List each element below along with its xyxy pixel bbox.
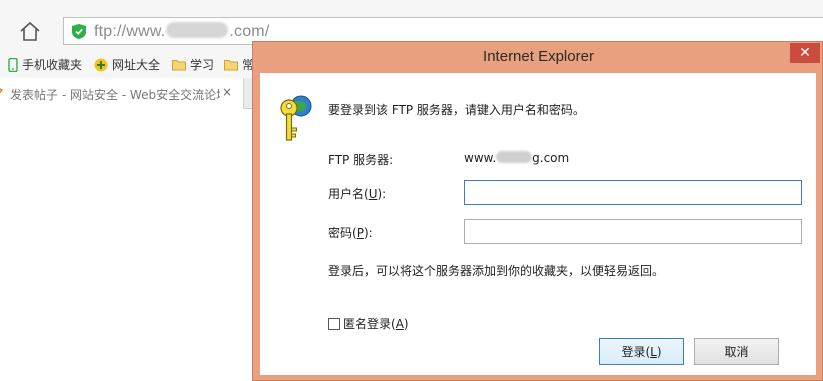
favorites-note: 登录后，可以将这个服务器添加到你的收藏夹，以便轻易返回。: [328, 264, 665, 278]
home-icon: [20, 21, 40, 41]
dialog-body: 要登录到该 FTP 服务器，请键入用户名和密码。 FTP 服务器: www. g.…: [260, 73, 816, 375]
ftp-login-dialog: Internet Explorer ✕ 要登录到该 FTP 服务器，请键入用户名…: [252, 41, 823, 381]
close-icon: ✕: [799, 45, 811, 61]
home-button[interactable]: [16, 18, 44, 44]
anonymous-login-label: 匿名登录(A): [343, 317, 409, 331]
dialog-title: Internet Explorer: [483, 48, 594, 65]
login-button[interactable]: 登录(L): [599, 338, 684, 365]
anonymous-login-checkbox[interactable]: [328, 317, 340, 330]
tab-close-icon[interactable]: ×: [222, 85, 232, 99]
redacted-server: [496, 151, 533, 163]
address-text: ftp://www. .com/: [94, 22, 270, 40]
password-input[interactable]: [464, 219, 802, 244]
anonymous-login-option[interactable]: 匿名登录(A): [328, 315, 409, 332]
dialog-close-button[interactable]: ✕: [790, 43, 820, 63]
tab-post-thread[interactable]: 发表帖子 - 网站安全 - Web安全交流论坛 ×: [0, 78, 244, 109]
server-value: www. g.com: [464, 151, 570, 165]
bookmark-folder-study[interactable]: 学习: [172, 56, 214, 73]
bookmark-site-navigation[interactable]: 网址大全: [94, 56, 160, 73]
cancel-button[interactable]: 取消: [694, 338, 779, 365]
bookmark-folder-common[interactable]: 常: [224, 56, 254, 73]
page-icon: [0, 88, 3, 94]
username-label: 用户名(U):: [328, 187, 387, 201]
shield-icon: [72, 24, 86, 39]
key-globe-icon: [280, 95, 312, 141]
login-prompt: 要登录到该 FTP 服务器，请键入用户名和密码。: [328, 103, 585, 117]
password-label: 密码(P):: [328, 226, 373, 240]
tab-title: 发表帖子 - 网站安全 - Web安全交流论坛: [10, 88, 220, 102]
bookmark-mobile-favorites[interactable]: 手机收藏夹: [8, 56, 82, 73]
username-input[interactable]: [464, 180, 802, 205]
folder-icon: [224, 59, 238, 70]
phone-icon: [8, 57, 18, 72]
redacted-domain: [166, 22, 229, 38]
site-nav-icon: [94, 58, 108, 71]
server-label: FTP 服务器:: [328, 153, 394, 167]
folder-icon: [172, 59, 186, 70]
